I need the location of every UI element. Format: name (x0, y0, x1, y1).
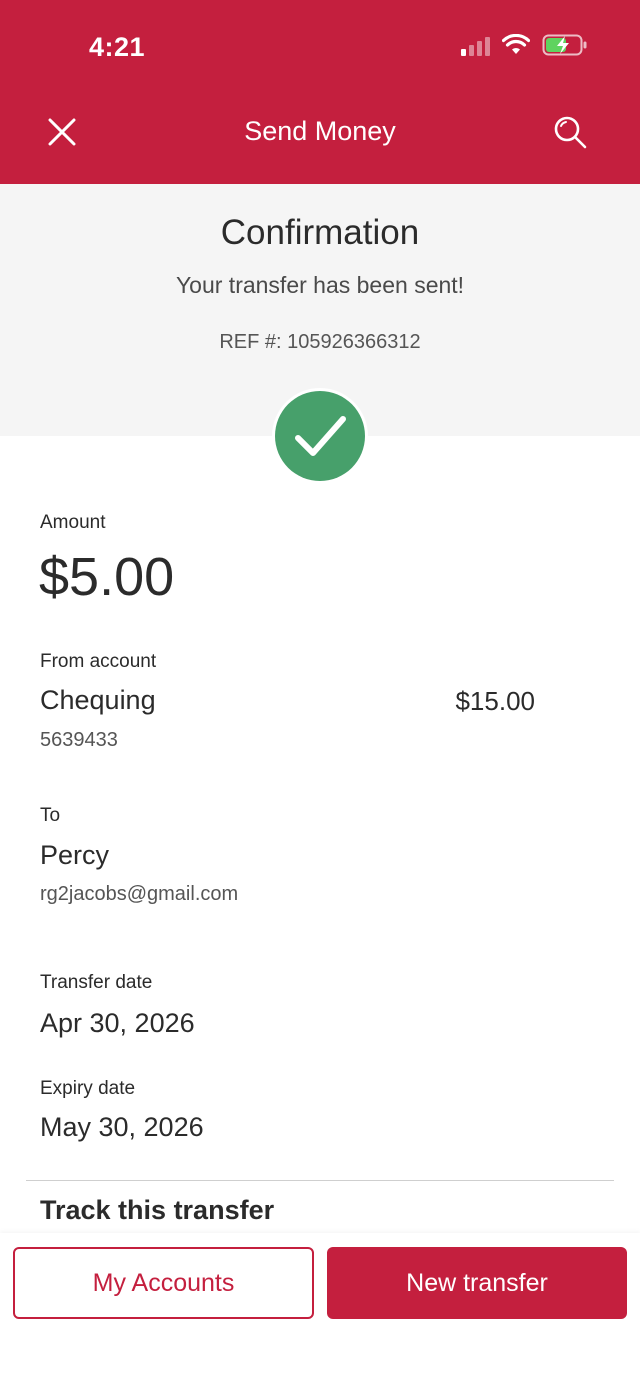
from-account-label: From account (40, 651, 157, 672)
wifi-icon (502, 34, 530, 54)
confirmation-message: Your transfer has been sent! (175, 272, 465, 298)
new-transfer-button[interactable]: New transfer (327, 1247, 627, 1319)
transfer-date-value: Apr 30, 2026 (40, 1008, 195, 1038)
page-title: Send Money (244, 116, 396, 146)
amount-label: Amount (40, 512, 106, 533)
expiry-date-value: May 30, 2026 (40, 1112, 204, 1142)
from-account-name: Chequing (40, 685, 156, 715)
app-header: 4:21 Send Money (0, 0, 640, 184)
my-accounts-button[interactable]: My Accounts (13, 1247, 314, 1319)
checkmark-icon (295, 416, 346, 456)
cellular-signal-icon (461, 34, 490, 56)
transfer-date-label: Transfer date (40, 972, 153, 993)
section-divider (26, 1180, 614, 1181)
success-badge (272, 388, 368, 484)
reference-number: REF #: 105926366312 (219, 331, 421, 353)
to-label: To (40, 805, 61, 826)
from-account-balance: $15.00 (455, 686, 535, 716)
recipient-email: rg2jacobs@gmail.com (40, 883, 239, 905)
search-icon[interactable] (552, 114, 588, 150)
recipient-name: Percy (40, 840, 110, 870)
battery-charging-icon (542, 34, 587, 56)
amount-value: $5.00 (39, 547, 175, 607)
status-time: 4:21 (89, 32, 146, 62)
track-transfer-heading[interactable]: Track this transfer (40, 1195, 274, 1226)
from-account-number: 5639433 (40, 729, 118, 751)
confirmation-title: Confirmation (220, 213, 420, 252)
expiry-date-label: Expiry date (40, 1078, 136, 1099)
status-icons (461, 34, 588, 56)
